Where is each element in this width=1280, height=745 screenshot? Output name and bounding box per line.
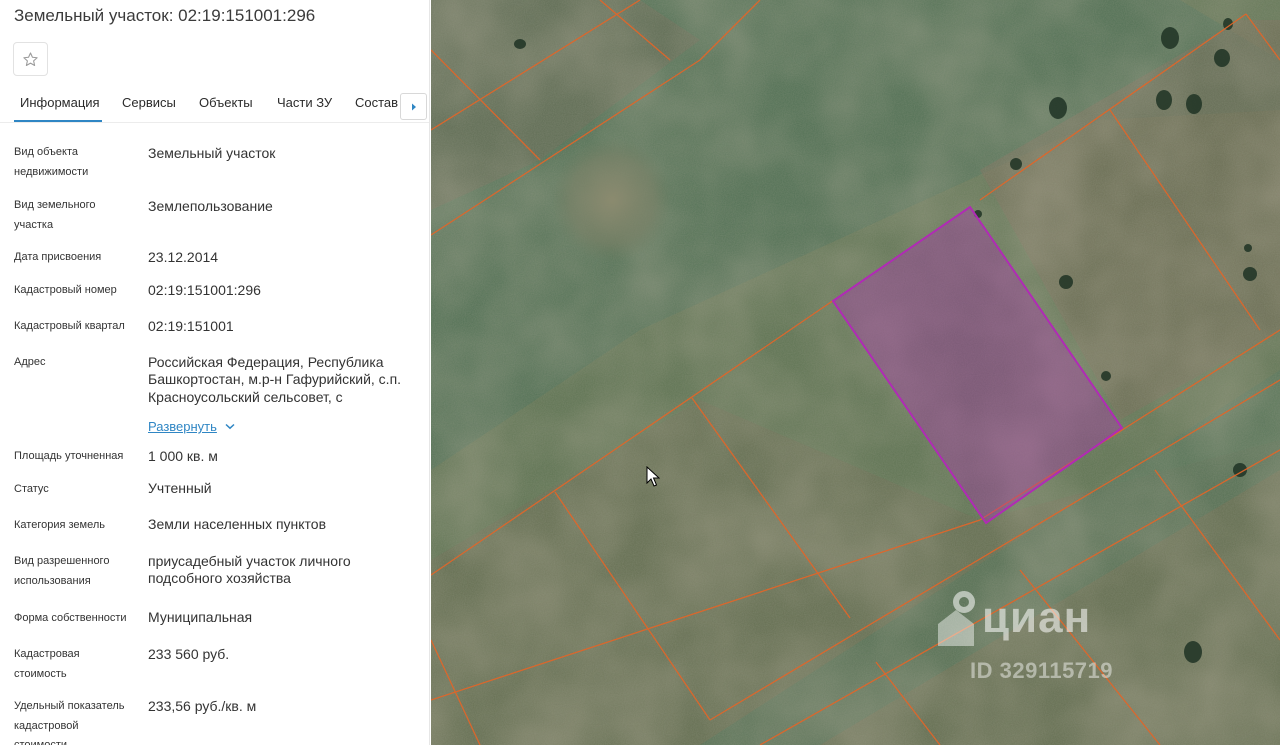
star-outline-icon (23, 51, 38, 66)
field-label: Форма собственности (14, 612, 127, 624)
expand-label: Развернуть (148, 419, 217, 434)
field-value: Землепользование (148, 198, 273, 214)
tabs-next-button[interactable] (400, 93, 427, 120)
field-value: 02:19:151001 (148, 318, 234, 334)
field-label: Кадастровый номер (14, 284, 117, 296)
page-title: Земельный участок: 02:19:151001:296 (14, 6, 316, 25)
field-label: Статус (14, 483, 49, 495)
field-label: Кадастровый квартал (14, 320, 125, 332)
clearing-patch (552, 138, 672, 262)
expand-address-link[interactable]: Развернуть (148, 419, 235, 434)
field-label: Категория земель (14, 519, 105, 531)
field-label: Вид земельного участка (14, 199, 96, 231)
field-label: Удельный показатель кадастровой стоимост… (14, 700, 125, 745)
field-value: Учтенный (148, 480, 212, 496)
field-label: Дата присвоения (14, 251, 102, 263)
tab-info[interactable]: Информация (14, 86, 102, 122)
field-value: 02:19:151001:296 (148, 282, 261, 298)
tab-divider (0, 122, 429, 123)
caret-right-icon (411, 103, 416, 110)
tab-parts[interactable]: Части ЗУ (277, 86, 332, 122)
field-value: Земельный участок (148, 145, 276, 161)
field-label: Вид разрешенного использования (14, 555, 110, 587)
field-label: Площадь уточненная (14, 450, 124, 462)
chevron-down-icon (225, 423, 235, 430)
field-value: 1 000 кв. м (148, 448, 218, 464)
satellite-map[interactable] (431, 0, 1280, 745)
address-value: Российская Федерация, Республика Башкорт… (148, 354, 402, 405)
field-label: Вид объекта недвижимости (14, 146, 89, 178)
field-value: Муниципальная (148, 609, 253, 625)
favorite-button[interactable] (13, 42, 48, 76)
field-row-address: Адрес Российская Федерация, Республика Б… (0, 353, 429, 434)
field-value: 233,56 руб./кв. м (148, 698, 257, 714)
tab-bar: Информация Сервисы Объекты Части ЗУ Сост… (0, 86, 429, 122)
field-label: Адрес (14, 356, 46, 368)
tab-services[interactable]: Сервисы (122, 86, 176, 122)
info-panel: Земельный участок: 02:19:151001:296 Инфо… (0, 0, 430, 745)
tab-composition[interactable]: Состав (355, 86, 398, 122)
tab-objects[interactable]: Объекты (199, 86, 253, 122)
field-value: 233 560 руб. (148, 646, 230, 662)
field-value: Земли населенных пунктов (148, 516, 327, 532)
field-label: Кадастровая стоимость (14, 648, 80, 680)
mouse-cursor-icon (646, 466, 660, 487)
field-value: приусадебный участок личного подсобного … (148, 553, 351, 587)
field-value: 23.12.2014 (148, 249, 219, 265)
